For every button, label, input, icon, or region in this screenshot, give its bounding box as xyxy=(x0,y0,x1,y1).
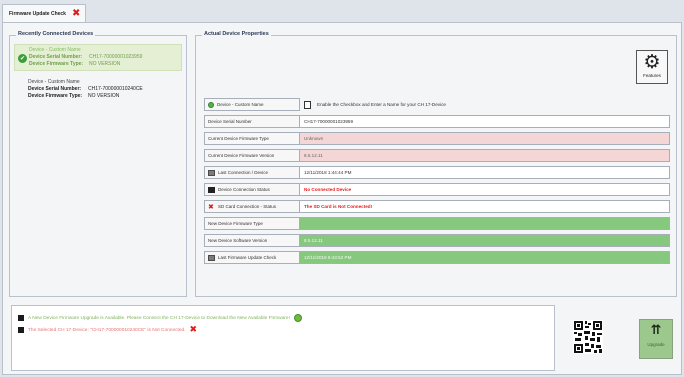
prop-label: Device - Custom Name xyxy=(217,102,264,107)
main-panel: Recently Connected Devices ✔ Device - Cu… xyxy=(2,22,682,375)
prop-row-last-connection: Last Connection / Device 12/11/2018 1:44… xyxy=(204,166,670,179)
upgrade-arrows-icon: ⇈ xyxy=(650,323,662,338)
prop-label: Device Connection Status xyxy=(218,187,270,192)
prop-label: Current Device Firmware Version xyxy=(204,149,300,162)
prop-row-connection-status: Device Connection Status No Connected De… xyxy=(204,183,670,196)
qr-code-icon xyxy=(573,320,603,354)
error-x-icon: ✖ xyxy=(189,325,198,335)
prop-row-new-firmware-type: New Device Firmware Type xyxy=(204,217,670,230)
last-update-check-field[interactable]: 12/11/2018 6:43:52 PM xyxy=(300,251,670,264)
upgrade-label: Upgrade xyxy=(647,342,665,347)
firmware-value: NO VERSION xyxy=(89,61,121,67)
sd-card-status-field[interactable]: The SD Card is Not Connected! xyxy=(300,200,670,213)
message-item: The Selected CH 17-Device: "CH17-7000000… xyxy=(18,325,198,335)
features-button[interactable]: ⚙ Features xyxy=(636,50,668,84)
prop-label: New Device Firmware Type xyxy=(204,217,300,230)
recent-device-item[interactable]: ✔ Device - Custom Name Device Serial Num… xyxy=(14,44,182,71)
message-text: A New Device Firmware Upgrade is Availab… xyxy=(28,315,290,321)
prop-label: New Device Software Version xyxy=(204,234,300,247)
prop-label: SD Card Connection - Status xyxy=(218,204,277,209)
prop-row-serial: Device Serial Number CH17-70000001023959 xyxy=(204,115,670,128)
recent-devices-list: ✔ Device - Custom Name Device Serial Num… xyxy=(14,44,182,108)
custom-name-checkbox[interactable] xyxy=(304,100,311,109)
serial-value: CH17-700000010240CE xyxy=(88,86,143,92)
tab-label: Firmware Update Check xyxy=(9,10,66,17)
recent-device-item[interactable]: Device - Custom Name Device Serial Numbe… xyxy=(14,77,182,102)
calendar-icon xyxy=(208,254,215,261)
connection-status-field[interactable]: No Connected Device xyxy=(300,183,670,196)
firmware-key: Device Firmware Type: xyxy=(28,93,83,99)
sd-card-error-icon: ✖ xyxy=(208,202,214,211)
last-connection-field[interactable]: 12/11/2018 1:44:44 PM xyxy=(300,166,670,179)
prop-label: Device Serial Number xyxy=(204,115,300,128)
prop-row-firmware-version: Current Device Firmware Version 8.5.12.1… xyxy=(204,149,670,162)
prop-label: Current Device Firmware Type xyxy=(204,132,300,145)
prop-row-custom-name: Device - Custom Name Enable the Checkbox… xyxy=(204,98,670,111)
close-tab-icon[interactable]: ✖ xyxy=(72,8,80,19)
actual-device-properties-group: Actual Device Properties ⚙ Features Devi… xyxy=(195,31,677,297)
calendar-icon xyxy=(208,169,215,176)
device-name: Device - Custom Name xyxy=(28,79,80,85)
device-name: Device - Custom Name xyxy=(29,47,81,53)
status-green-icon xyxy=(208,101,214,108)
gear-icon: ⚙ xyxy=(643,51,661,73)
new-firmware-type-field[interactable] xyxy=(300,217,670,230)
tab-firmware-update-check[interactable]: Firmware Update Check ✖ xyxy=(2,4,86,22)
message-log[interactable]: A New Device Firmware Upgrade is Availab… xyxy=(11,305,555,371)
actual-properties-title: Actual Device Properties xyxy=(202,31,271,37)
prop-row-new-software-version: New Device Software Version 8.5.12.11 xyxy=(204,234,670,247)
prop-row-last-update-check: Last Firmware Update Check 12/11/2018 6:… xyxy=(204,251,670,264)
prop-label: Last Connection / Device xyxy=(218,170,269,175)
serial-value: CH17-70000001023959 xyxy=(89,54,143,60)
recent-devices-group: Recently Connected Devices ✔ Device - Cu… xyxy=(9,31,187,297)
upgrade-button[interactable]: ⇈ Upgrade xyxy=(639,319,673,359)
serial-key: Device Serial Number: xyxy=(29,54,83,60)
firmware-type-field[interactable]: Unknown xyxy=(300,132,670,145)
prop-row-sd-card: ✖ SD Card Connection - Status The SD Card… xyxy=(204,200,670,213)
tab-strip: Firmware Update Check ✖ xyxy=(0,0,684,22)
serial-number-field[interactable]: CH17-70000001023959 xyxy=(300,115,670,128)
new-software-version-field[interactable]: 8.5.12.11 xyxy=(300,234,670,247)
firmware-version-field[interactable]: 8.5.12.11 xyxy=(300,149,670,162)
firmware-value: NO VERSION xyxy=(88,93,120,99)
message-bullet-icon xyxy=(18,315,24,321)
message-item: A New Device Firmware Upgrade is Availab… xyxy=(18,314,302,322)
serial-key: Device Serial Number: xyxy=(28,86,82,92)
prop-row-firmware-type: Current Device Firmware Type Unknown xyxy=(204,132,670,145)
features-label: Features xyxy=(643,73,661,78)
firmware-key: Device Firmware Type: xyxy=(29,61,84,67)
connected-check-icon: ✔ xyxy=(18,54,27,63)
recent-devices-title: Recently Connected Devices xyxy=(16,31,96,37)
prop-label: Last Firmware Update Check xyxy=(218,255,277,260)
device-icon xyxy=(208,186,215,193)
custom-name-hint: Enable the Checkbox and Enter a Name for… xyxy=(317,102,446,107)
message-bullet-icon xyxy=(18,327,24,333)
message-text: The Selected CH 17-Device: "CH17-7000000… xyxy=(28,327,186,333)
download-plus-icon[interactable] xyxy=(293,314,302,322)
